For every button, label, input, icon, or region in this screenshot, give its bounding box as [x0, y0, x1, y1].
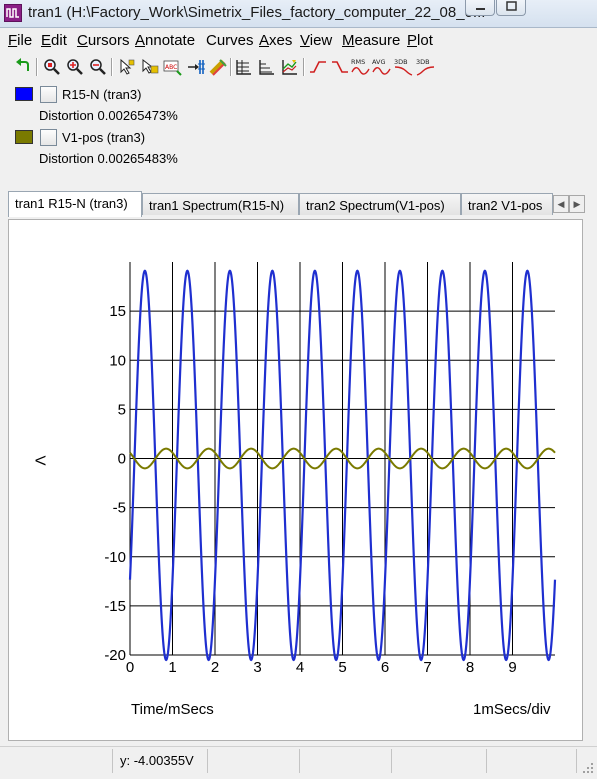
y-tick-label: 0	[118, 451, 126, 468]
tab-tran1-r15n[interactable]: tran1 R15-N (tran3)	[8, 191, 142, 217]
rise-time-icon[interactable]	[308, 57, 328, 77]
tab-tran2-v1pos[interactable]: tran2 V1-pos	[461, 193, 553, 215]
window-title: tran1 (H:\Factory_Work\Simetrix_Files_fa…	[28, 4, 486, 21]
x-tick-label: 5	[338, 659, 346, 676]
legend-label-r15n[interactable]: R15-N (tran3)	[62, 87, 141, 102]
cursor-toggle-icon[interactable]	[117, 57, 137, 77]
legend-swatch-r15n	[15, 87, 33, 101]
maximize-icon	[506, 1, 517, 11]
svg-text:3DB: 3DB	[416, 58, 430, 66]
fall-time-icon[interactable]	[330, 57, 350, 77]
toolbar: ABC RMS AVG 3DB 3DB	[0, 55, 597, 81]
status-bar: y: -4.00355V	[0, 746, 597, 779]
legend-measurement-r15n: Distortion 0.00265473%	[39, 108, 178, 123]
menu-axes[interactable]: Axes	[259, 32, 292, 49]
annotate-label-icon[interactable]: ABC	[163, 57, 183, 77]
undo-zoom-icon[interactable]	[13, 57, 33, 77]
3db-low-icon[interactable]: 3DB	[416, 57, 436, 77]
tab-scroll-right-icon[interactable]: ▶	[569, 195, 585, 213]
y-axis-title: V	[31, 455, 49, 466]
legend-swatch-v1pos	[15, 130, 33, 144]
add-curve-icon[interactable]	[186, 57, 206, 77]
legend-measurement-v1pos: Distortion 0.00265483%	[39, 151, 178, 166]
grid-icon[interactable]	[234, 57, 254, 77]
title-bar[interactable]: tran1 (H:\Factory_Work\Simetrix_Files_fa…	[0, 0, 597, 28]
menu-bar: File Edit Cursors Annotate Curves Axes V…	[0, 30, 597, 52]
legend-checkbox-v1pos[interactable]	[40, 129, 57, 146]
y-tick-label: -15	[104, 598, 126, 615]
menu-edit[interactable]: Edit	[41, 32, 67, 49]
maximize-button[interactable]	[496, 0, 526, 16]
y-tick-label: 10	[109, 352, 126, 369]
menu-cursors[interactable]: Cursors	[77, 32, 130, 49]
menu-curves[interactable]: Curves	[206, 32, 254, 49]
axis-icon[interactable]	[257, 57, 277, 77]
plot-tabs: tran1 R15-N (tran3) tran1 Spectrum(R15-N…	[4, 191, 592, 217]
x-tick-label: 0	[126, 659, 134, 676]
zoom-in-icon[interactable]	[65, 57, 85, 77]
curve-legend: R15-N (tran3) Distortion 0.00265473% V1-…	[0, 84, 597, 184]
menu-plot[interactable]: Plot	[407, 32, 433, 49]
svg-text:ABC: ABC	[165, 64, 177, 71]
x-tick-label: 7	[423, 659, 431, 676]
y-tick-label: -5	[113, 500, 126, 517]
menu-file[interactable]: File	[8, 32, 32, 49]
svg-text:RMS: RMS	[351, 58, 365, 66]
svg-text:AVG: AVG	[372, 58, 386, 66]
x-tick-label: 4	[296, 659, 304, 676]
resize-grip-icon[interactable]	[581, 761, 595, 775]
delete-curve-icon[interactable]	[209, 57, 229, 77]
x-axis-title: Time/mSecs	[131, 701, 214, 718]
x-axis-division: 1mSecs/div	[473, 701, 551, 718]
minimize-icon	[476, 8, 485, 10]
minimize-button[interactable]	[465, 0, 495, 16]
x-tick-label: 8	[466, 659, 474, 676]
y-tick-label: 15	[109, 303, 126, 320]
x-tick-label: 6	[381, 659, 389, 676]
y-tick-label: -20	[104, 647, 126, 664]
menu-annotate[interactable]: Annotate	[135, 32, 195, 49]
legend-checkbox-r15n[interactable]	[40, 86, 57, 103]
menu-view[interactable]: View	[300, 32, 332, 49]
y-tick-label: -10	[104, 549, 126, 566]
x-tick-label: 9	[508, 659, 516, 676]
y-tick-label: 5	[118, 401, 126, 418]
menu-measure[interactable]: Measure	[342, 32, 400, 49]
svg-text:3DB: 3DB	[394, 58, 408, 66]
simetrix-waveform-icon[interactable]	[4, 4, 22, 22]
waveform-chart[interactable]: -20 -15 -10 -5 0 5 10 15 0 1 2 3 4 5 6 7 8 9	[9, 220, 582, 740]
legend-label-v1pos[interactable]: V1-pos (tran3)	[62, 130, 145, 145]
tab-scroll-left-icon[interactable]: ◀	[553, 195, 569, 213]
x-tick-label: 3	[253, 659, 261, 676]
average-icon[interactable]: AVG	[372, 57, 392, 77]
tab-tran2-spectrum[interactable]: tran2 Spectrum(V1-pos)	[299, 193, 461, 215]
3db-icon[interactable]: 3DB	[394, 57, 414, 77]
x-tick-label: 2	[211, 659, 219, 676]
cursor-step-icon[interactable]	[140, 57, 160, 77]
plot-area[interactable]: -20 -15 -10 -5 0 5 10 15 0 1 2 3 4 5 6 7 8 9 V Time/mSecs…	[8, 219, 583, 741]
rms-icon[interactable]: RMS	[351, 57, 371, 77]
stack-icon[interactable]	[280, 57, 300, 77]
tab-tran1-spectrum[interactable]: tran1 Spectrum(R15-N)	[142, 193, 299, 215]
x-tick-label: 1	[168, 659, 176, 676]
zoom-full-icon[interactable]	[42, 57, 62, 77]
zoom-out-icon[interactable]	[88, 57, 108, 77]
